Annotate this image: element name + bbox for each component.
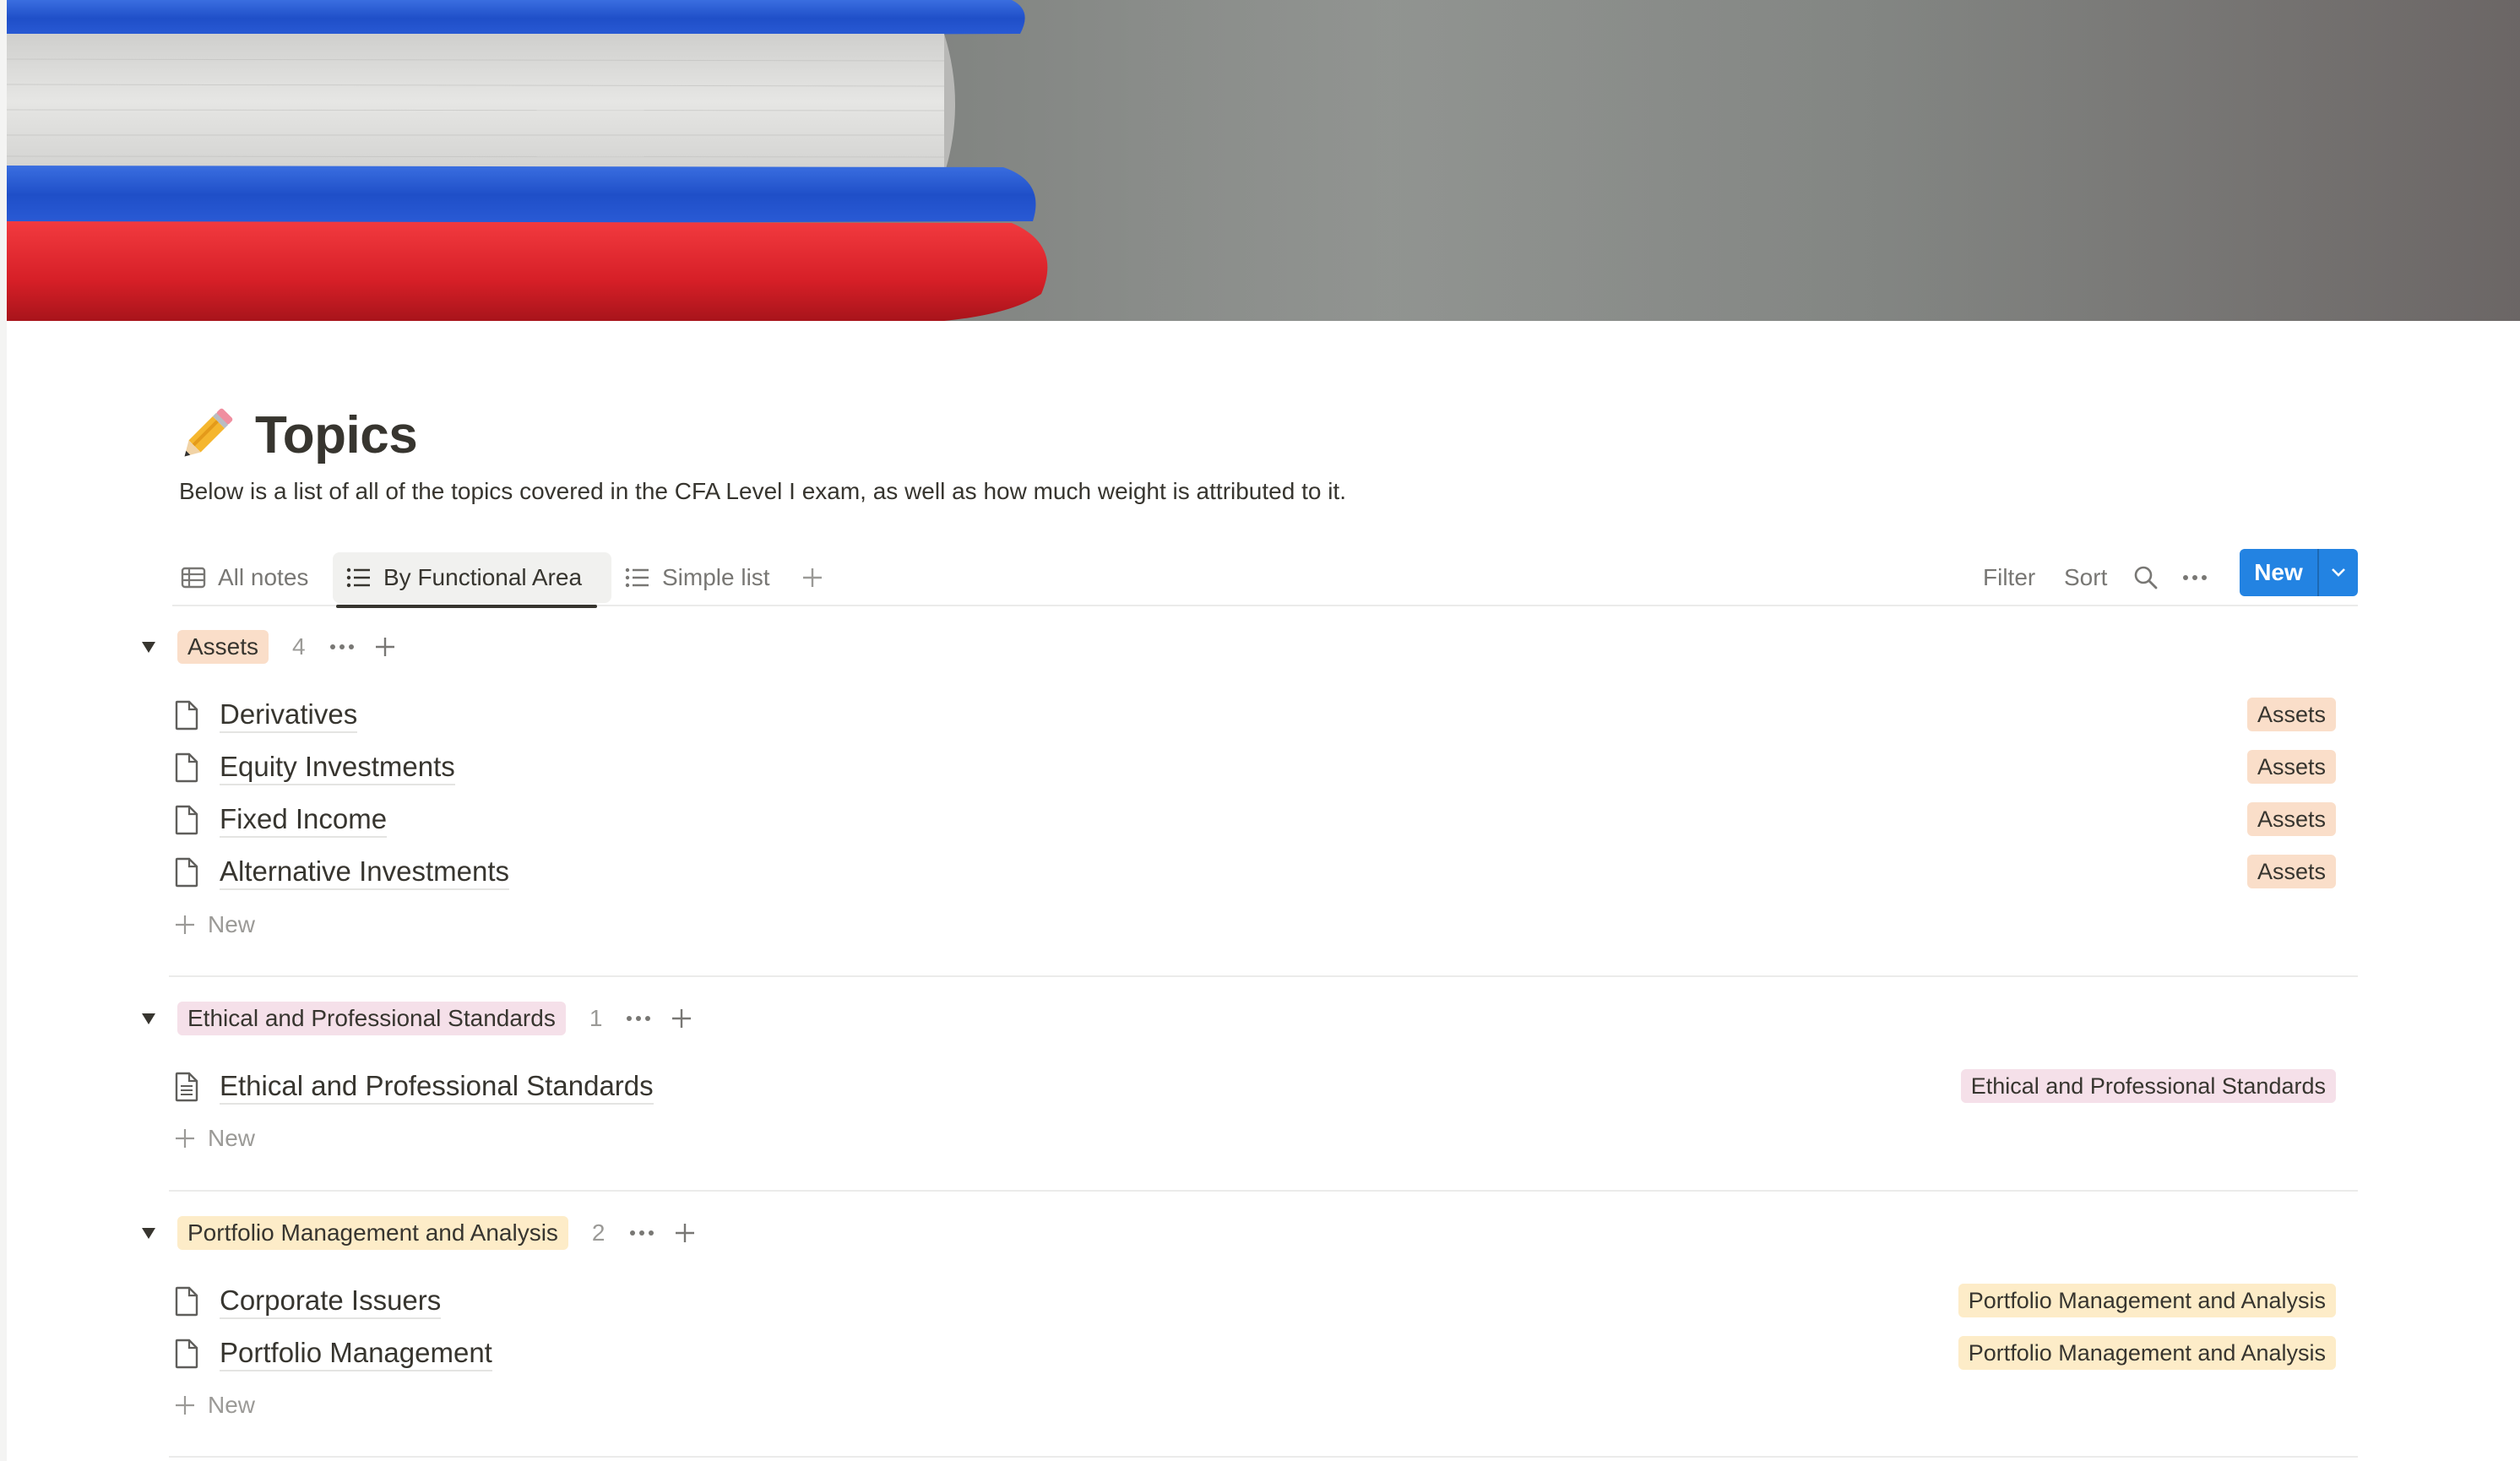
collapse-toggle-icon[interactable] [138,637,159,657]
item-title[interactable]: Alternative Investments [220,845,509,898]
group-options-button[interactable] [329,643,355,651]
list-item[interactable]: Alternative Investments Assets [172,845,2358,898]
tab-label: All notes [218,564,309,590]
list-item[interactable]: Fixed Income Assets [172,793,2358,845]
collapse-toggle-icon[interactable] [138,1008,159,1029]
group-options-button[interactable] [626,1014,651,1023]
item-tag: Portfolio Management and Analysis [1958,1336,2336,1370]
group-tag[interactable]: Portfolio Management and Analysis [177,1216,568,1250]
item-tag: Assets [2246,855,2336,888]
database-view-bar: All notes By Functional Area Simple list… [172,549,2358,608]
sidebar-edge [0,0,7,1461]
group-header-ethics: Ethical and Professional Standards 1 [177,998,693,1039]
item-tag: Ethical and Professional Standards [1960,1069,2336,1103]
item-title[interactable]: Corporate Issuers [220,1274,442,1327]
collapse-toggle-icon[interactable] [138,1223,159,1243]
book-stack-illustration [7,0,2520,321]
sort-button[interactable]: Sort [2064,549,2107,606]
add-view-button[interactable] [801,549,836,606]
list-icon [625,568,649,588]
group-divider [169,975,2358,977]
group-header-portfolio: Portfolio Management and Analysis 2 [177,1213,697,1253]
filter-button[interactable]: Filter [1983,549,2035,606]
group-tag[interactable]: Ethical and Professional Standards [177,1002,566,1035]
page-icon [175,752,198,783]
group-count: 2 [591,1219,606,1246]
new-item-label: New [208,1392,256,1418]
plus-icon [176,915,194,934]
tab-by-functional-area[interactable]: By Functional Area [336,549,598,608]
plus-icon [675,1224,694,1242]
search-icon [2134,566,2158,589]
list-item[interactable]: Ethical and Professional Standards Ethic… [172,1060,2358,1112]
group-header-assets: Assets 4 [177,627,397,667]
plus-icon [672,1009,692,1028]
item-tag: Assets [2246,802,2336,836]
plus-icon [176,1396,194,1415]
new-item-button[interactable]: New [174,904,255,946]
item-tag: Assets [2246,750,2336,784]
new-item-button[interactable]: New [174,1384,255,1426]
new-button-label: New [2254,559,2303,585]
group-count: 4 [292,633,306,660]
list-item[interactable]: Corporate Issuers Portfolio Management a… [172,1274,2358,1327]
page-icon [175,1286,198,1317]
more-icon [2183,575,2207,580]
group-tag[interactable]: Assets [177,630,269,664]
item-tag: Assets [2246,698,2336,731]
page-header: Topics [172,397,418,473]
page-icon [175,805,198,835]
new-item-button[interactable]: New [174,1117,255,1160]
item-title[interactable]: Fixed Income [220,793,388,845]
view-options-button[interactable] [2182,549,2208,606]
list-icon [346,568,370,588]
new-item-label: New [208,1125,256,1151]
page: Topics Below is a list of all of the top… [0,0,2520,1461]
page-icon [175,700,198,730]
new-dropdown-button[interactable] [2319,568,2358,578]
new-item-label: New [208,911,256,937]
more-icon [329,644,354,649]
list-item[interactable]: Portfolio Management Portfolio Managemen… [172,1327,2358,1379]
page-icon [175,857,198,888]
item-tag: Portfolio Management and Analysis [1958,1284,2336,1317]
page-icon [175,1339,198,1369]
active-tab-underline [336,605,598,608]
group-count: 1 [589,1005,603,1031]
item-title[interactable]: Ethical and Professional Standards [220,1060,654,1112]
page-description: Below is a list of all of the topics cov… [179,478,1346,504]
more-icon [629,1230,654,1236]
group-add-button[interactable] [673,1221,697,1245]
tab-all-notes[interactable]: All notes [181,549,308,606]
list-item[interactable]: Equity Investments Assets [172,741,2358,793]
item-title[interactable]: Portfolio Management [220,1327,492,1379]
new-record-button[interactable]: New [2240,549,2358,596]
plus-icon [803,568,822,587]
list-item[interactable]: Derivatives Assets [172,688,2358,741]
tab-label: By Functional Area [383,564,583,590]
item-title[interactable]: Derivatives [220,688,358,741]
group-add-button[interactable] [373,635,397,659]
tab-simple-list[interactable]: Simple list [625,549,770,606]
table-icon [181,567,206,589]
item-title[interactable]: Equity Investments [220,741,455,793]
group-add-button[interactable] [670,1007,693,1030]
cover-image[interactable] [7,0,2520,321]
chevron-down-icon [2332,568,2345,577]
page-with-text-icon [175,1072,198,1102]
group-divider [169,1456,2358,1458]
plus-icon [375,638,394,656]
plus-icon [176,1129,194,1148]
tab-label: Simple list [662,564,770,590]
pencil-icon[interactable] [172,401,240,469]
group-options-button[interactable] [629,1229,654,1237]
search-button[interactable] [2133,549,2159,606]
group-divider [169,1190,2358,1192]
more-icon [627,1016,651,1021]
page-title[interactable]: Topics [255,405,418,465]
